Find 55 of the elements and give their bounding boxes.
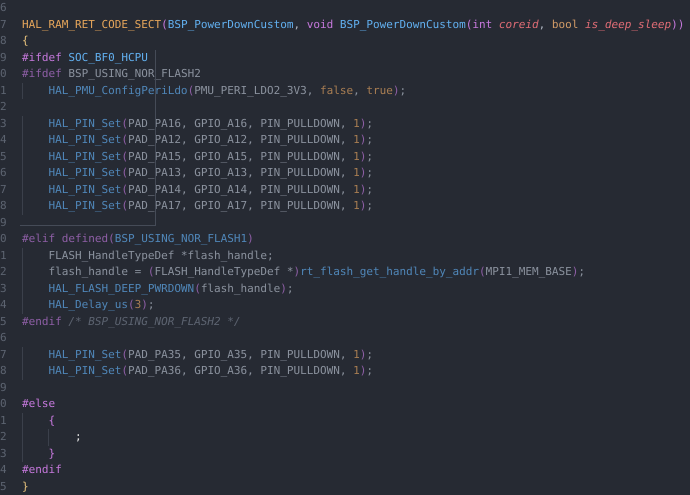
line-number: 5 [0,478,8,494]
line-number: 4 [0,132,8,148]
code-line: ; [22,429,82,446]
line-number: 3 [0,116,8,132]
line-number: 9 [0,380,8,396]
line-number: 9 [0,50,8,66]
code-line: flash_handle = (FLASH_HandleTypeDef *)rt_flash_get_handle_by_addr(MPI1_MEM_BASE); [22,264,585,280]
code-line: } [22,446,56,462]
code-line: { [22,412,56,429]
code-line: #ifdef SOC_BF0_HCPU [22,50,148,66]
line-number: 6 [0,330,8,346]
line-number: 2 [0,429,8,445]
code-line: #else [22,396,56,412]
line-number: 0 [0,396,8,412]
line-number: 4 [0,297,8,313]
line-number: 4 [0,462,8,478]
code-line: HAL_PMU_ConfigPeriLdo(PMU_PERI_LDO2_3V3, false, true); [22,82,406,99]
line-number: 3 [0,446,8,462]
code-line: HAL_FLASH_DEEP_PWRDOWN(flash_handle); [22,280,294,297]
line-number: 1 [0,82,8,98]
code-line: HAL_PIN_Set(PAD_PA17, GPIO_A17, PIN_PULLDOWN, 1); [22,198,374,214]
code-line: { [22,33,29,49]
code-line: HAL_Delay_us(3); [22,297,154,314]
line-number: 8 [0,363,8,379]
code-line: HAL_PIN_Set(PAD_PA35, GPIO_A35, PIN_PULLDOWN, 1); [22,346,374,363]
code-line: HAL_PIN_Set(PAD_PA12, GPIO_A12, PIN_PULLDOWN, 1); [22,132,374,148]
code-line: } [22,478,29,494]
line-number: 9 [0,214,8,230]
code-line: FLASH_HandleTypeDef *flash_handle; [22,248,274,264]
code-line: HAL_RAM_RET_CODE_SECT(BSP_PowerDownCustom, void BSP_PowerDownCustom(int coreid, bool is_deep_sleep)) [22,16,684,33]
code-line: HAL_PIN_Set(PAD_PA13, GPIO_A13, PIN_PULLDOWN, 1); [22,165,374,182]
code-line: #endif /* BSP_USING_NOR_FLASH2 */ [22,314,241,330]
line-number: 5 [0,314,8,330]
line-number: 2 [0,99,8,115]
code-line: #elif defined(BSP_USING_NOR_FLASH1) [22,231,254,247]
line-number: 3 [0,280,8,296]
line-number: 6 [0,0,8,16]
code-line: HAL_PIN_Set(PAD_PA16, GPIO_A16, PIN_PULLDOWN, 1); [22,116,374,132]
code-line: HAL_PIN_Set(PAD_PA15, GPIO_A15, PIN_PULLDOWN, 1); [22,148,374,165]
code-line: HAL_PIN_Set(PAD_PA14, GPIO_A14, PIN_PULLDOWN, 1); [22,182,374,198]
line-number: 7 [0,346,8,362]
line-number: 1 [0,412,8,428]
line-number: 5 [0,148,8,164]
code-line: #endif [22,462,62,478]
code-line: HAL_PIN_Set(PAD_PA36, GPIO_A36, PIN_PULLDOWN, 1); [22,363,374,380]
line-number: 7 [0,182,8,198]
code-line: #ifdef BSP_USING_NOR_FLASH2 [22,66,201,82]
line-number: 6 [0,165,8,181]
line-number: 2 [0,264,8,280]
line-number: 0 [0,66,8,82]
line-number: 1 [0,248,8,264]
line-number: 0 [0,231,8,247]
line-number: 8 [0,33,8,49]
line-number: 7 [0,16,8,32]
line-number: 8 [0,198,8,214]
